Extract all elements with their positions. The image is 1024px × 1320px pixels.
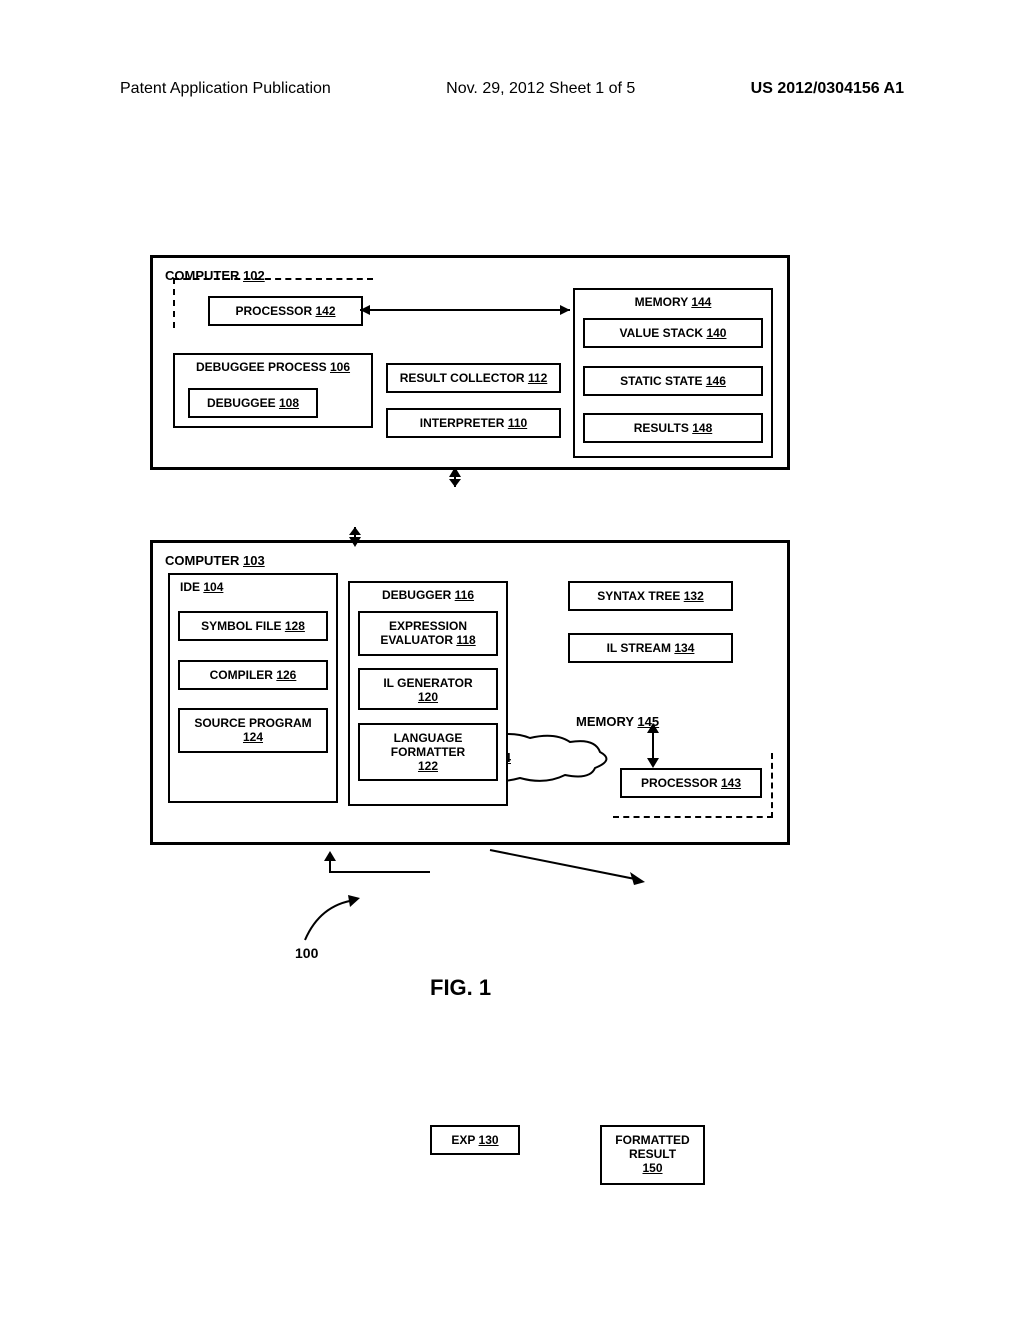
il-generator-box: IL GENERATOR120 xyxy=(358,668,498,710)
syntax-tree-box: SYNTAX TREE 132 xyxy=(568,581,733,611)
interpreter-box: INTERPRETER 110 xyxy=(386,408,561,438)
il-stream-box: IL STREAM 134 xyxy=(568,633,733,663)
value-stack-box: VALUE STACK 140 xyxy=(583,318,763,348)
static-state-box: STATIC STATE 146 xyxy=(583,366,763,396)
computer-103-box: COMPUTER 103 IDE 104 SYMBOL FILE 128 COM… xyxy=(150,540,790,845)
computer-102-box: COMPUTER 102 PROCESSOR 142 DEBUGGEE PROC… xyxy=(150,255,790,470)
debuggee-108-box: DEBUGGEE 108 xyxy=(188,388,318,418)
header-right: US 2012/0304156 A1 xyxy=(751,80,904,98)
result-collector-box: RESULT COLLECTOR 112 xyxy=(386,363,561,393)
exp-130-box: EXP 130 xyxy=(430,1125,520,1155)
expression-evaluator-box: EXPRESSION EVALUATOR 118 xyxy=(358,611,498,656)
compiler-box: COMPILER 126 xyxy=(178,660,328,690)
language-formatter-box: LANGUAGE FORMATTER122 xyxy=(358,723,498,781)
formatted-result-box: FORMATTED RESULT150 xyxy=(600,1125,705,1185)
system-ref-curve xyxy=(290,895,370,950)
results-148-box: RESULTS 148 xyxy=(583,413,763,443)
processor-143-box: PROCESSOR 143 xyxy=(620,768,762,798)
figure-1-diagram: COMPUTER 102 PROCESSOR 142 DEBUGGEE PROC… xyxy=(150,255,790,855)
figure-caption: FIG. 1 xyxy=(430,975,491,1001)
processor-142-box: PROCESSOR 142 xyxy=(208,296,363,326)
header-center: Nov. 29, 2012 Sheet 1 of 5 xyxy=(446,80,635,98)
symbol-file-box: SYMBOL FILE 128 xyxy=(178,611,328,641)
system-ref-100: 100 xyxy=(295,945,318,961)
arrow-to-formatted-result xyxy=(490,850,650,890)
header-left: Patent Application Publication xyxy=(120,80,331,98)
page-header: Patent Application Publication Nov. 29, … xyxy=(0,0,1024,118)
arrow-memory-processor-103 xyxy=(643,723,663,768)
computer-103-title: COMPUTER 103 xyxy=(165,553,775,568)
arrow-cloud-up xyxy=(445,467,465,487)
arrow-exp-line xyxy=(320,870,435,885)
source-program-box: SOURCE PROGRAM 124 xyxy=(178,708,328,753)
arrow-processor-memory-102 xyxy=(360,303,570,323)
